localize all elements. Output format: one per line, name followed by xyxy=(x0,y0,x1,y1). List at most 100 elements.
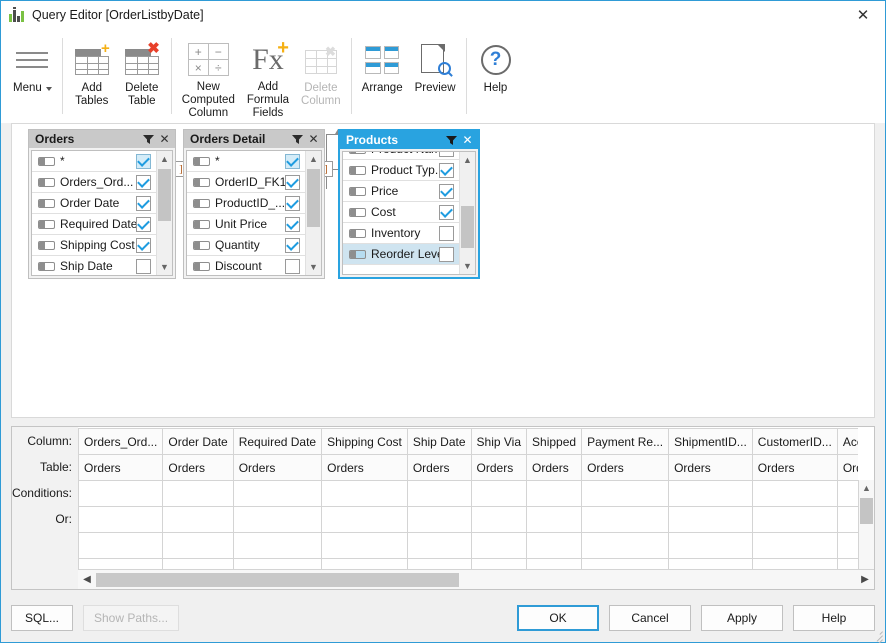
grid-cell-table[interactable]: Orders xyxy=(527,455,582,481)
list-item[interactable]: ProductID_... xyxy=(187,193,305,214)
field-checkbox[interactable] xyxy=(136,259,151,274)
grid-cell-table[interactable]: Orders xyxy=(407,455,471,481)
scrollbar-track[interactable] xyxy=(859,496,874,573)
grid-cell-column[interactable]: Required Date xyxy=(233,429,321,455)
cancel-button[interactable]: Cancel xyxy=(609,605,691,631)
field-list-scrollbar[interactable]: ▲ ▼ xyxy=(459,152,475,274)
list-item[interactable]: Cost xyxy=(343,202,459,223)
help-footer-button[interactable]: Help xyxy=(793,605,875,631)
grid-cell-table[interactable]: Orders xyxy=(752,455,837,481)
grid-cell-column[interactable]: Ship Date xyxy=(407,429,471,455)
field-checkbox[interactable] xyxy=(285,175,300,190)
list-item[interactable]: Order Date xyxy=(32,193,156,214)
grid-cell-conditions[interactable] xyxy=(669,481,753,507)
scrollbar-thumb[interactable] xyxy=(461,206,474,248)
grid-cell-conditions[interactable] xyxy=(837,481,858,507)
grid-cell-conditions[interactable] xyxy=(527,481,582,507)
scrollbar-track[interactable] xyxy=(306,167,321,259)
grid-cell-conditions[interactable] xyxy=(471,481,526,507)
grid-cell-table[interactable]: Orders xyxy=(582,455,669,481)
grid-cell-table[interactable]: Orders xyxy=(322,455,408,481)
grid-cell-extra[interactable] xyxy=(322,533,408,559)
field-checkbox[interactable] xyxy=(285,217,300,232)
grid-cell-table[interactable]: Order xyxy=(837,455,858,481)
arrange-button[interactable]: Arrange xyxy=(356,34,409,120)
grid-cell-extra[interactable] xyxy=(471,533,526,559)
grid-cell-or[interactable] xyxy=(407,507,471,533)
scroll-left-icon[interactable]: ◀ xyxy=(78,571,96,589)
field-checkbox[interactable] xyxy=(439,226,454,241)
grid-cell-column[interactable]: Orders_Ord... xyxy=(79,429,163,455)
table-panel-products[interactable]: Products ✕ Product Name xyxy=(338,129,480,279)
grid-cell-or[interactable] xyxy=(837,507,858,533)
field-checkbox[interactable] xyxy=(285,196,300,211)
list-item[interactable]: OrderID_FK1 xyxy=(187,172,305,193)
grid-cell-column[interactable]: Ship Via xyxy=(471,429,526,455)
grid-cell-extra[interactable] xyxy=(582,533,669,559)
grid-cell-conditions[interactable] xyxy=(407,481,471,507)
close-icon[interactable]: ✕ xyxy=(307,132,320,146)
grid-cell-or[interactable] xyxy=(471,507,526,533)
grid-cell-extra[interactable] xyxy=(163,533,233,559)
sql-button[interactable]: SQL... xyxy=(11,605,73,631)
help-button[interactable]: ? Help xyxy=(471,34,521,120)
delete-table-button[interactable]: ✖ Delete Table xyxy=(117,34,167,120)
grid-cell-extra[interactable] xyxy=(752,533,837,559)
menu-button[interactable]: Menu xyxy=(7,34,58,120)
field-list-scrollbar[interactable]: ▲ ▼ xyxy=(156,151,172,275)
grid-cell-extra[interactable] xyxy=(233,533,321,559)
scrollbar-track[interactable] xyxy=(157,167,172,259)
list-item[interactable]: Unit Price xyxy=(187,214,305,235)
scroll-up-icon[interactable]: ▲ xyxy=(460,152,475,168)
list-item[interactable]: Orders_Ord... xyxy=(32,172,156,193)
grid-cell-extra[interactable] xyxy=(527,533,582,559)
scrollbar-thumb[interactable] xyxy=(158,169,171,221)
list-item[interactable]: Product Name xyxy=(343,151,459,160)
list-item[interactable]: Required Date xyxy=(32,214,156,235)
table-panel-header[interactable]: Orders ✕ xyxy=(29,130,175,148)
ok-button[interactable]: OK xyxy=(517,605,599,631)
field-checkbox[interactable] xyxy=(136,196,151,211)
apply-button[interactable]: Apply xyxy=(701,605,783,631)
close-icon[interactable]: ✕ xyxy=(841,1,885,29)
table-panel-orders[interactable]: Orders ✕ * Ord xyxy=(28,129,176,279)
grid-cell-column[interactable]: Order Date xyxy=(163,429,233,455)
grid-cell-or[interactable] xyxy=(79,507,163,533)
grid-cell-conditions[interactable] xyxy=(163,481,233,507)
grid-cell-or[interactable] xyxy=(669,507,753,533)
list-item[interactable]: Shipping Cost xyxy=(32,235,156,256)
close-icon[interactable]: ✕ xyxy=(461,133,474,147)
grid-cell-table[interactable]: Orders xyxy=(233,455,321,481)
scrollbar-track[interactable] xyxy=(96,573,856,587)
field-checkbox[interactable] xyxy=(285,154,300,169)
field-checkbox[interactable] xyxy=(136,238,151,253)
funnel-icon[interactable] xyxy=(290,132,304,146)
grid-cell-table[interactable]: Orders xyxy=(471,455,526,481)
scroll-up-icon[interactable]: ▲ xyxy=(306,151,321,167)
table-panel-header[interactable]: Products ✕ xyxy=(340,131,478,149)
grid-cell-or[interactable] xyxy=(582,507,669,533)
grid-cell-column[interactable]: CustomerID... xyxy=(752,429,837,455)
funnel-icon[interactable] xyxy=(444,133,458,147)
grid-cell-column[interactable]: Shipping Cost xyxy=(322,429,408,455)
grid-cell-conditions[interactable] xyxy=(752,481,837,507)
close-icon[interactable]: ✕ xyxy=(158,132,171,146)
list-item[interactable]: * xyxy=(32,151,156,172)
grid-cell-or[interactable] xyxy=(527,507,582,533)
grid-cell-or[interactable] xyxy=(322,507,408,533)
grid-cell-conditions[interactable] xyxy=(582,481,669,507)
list-item[interactable]: Product Typ... xyxy=(343,160,459,181)
field-checkbox[interactable] xyxy=(439,205,454,220)
scrollbar-thumb[interactable] xyxy=(307,169,320,227)
scrollbar-track[interactable] xyxy=(460,168,475,258)
scroll-down-icon[interactable]: ▼ xyxy=(157,259,172,275)
grid-cell-conditions[interactable] xyxy=(322,481,408,507)
resize-grip[interactable] xyxy=(871,628,883,640)
grid-cell-or[interactable] xyxy=(233,507,321,533)
field-checkbox[interactable] xyxy=(136,217,151,232)
scroll-right-icon[interactable]: ▶ xyxy=(856,571,874,589)
scrollbar-thumb[interactable] xyxy=(96,573,459,587)
scrollbar-thumb[interactable] xyxy=(860,498,873,524)
scroll-up-icon[interactable]: ▲ xyxy=(859,480,874,496)
preview-button[interactable]: Preview xyxy=(409,34,462,120)
